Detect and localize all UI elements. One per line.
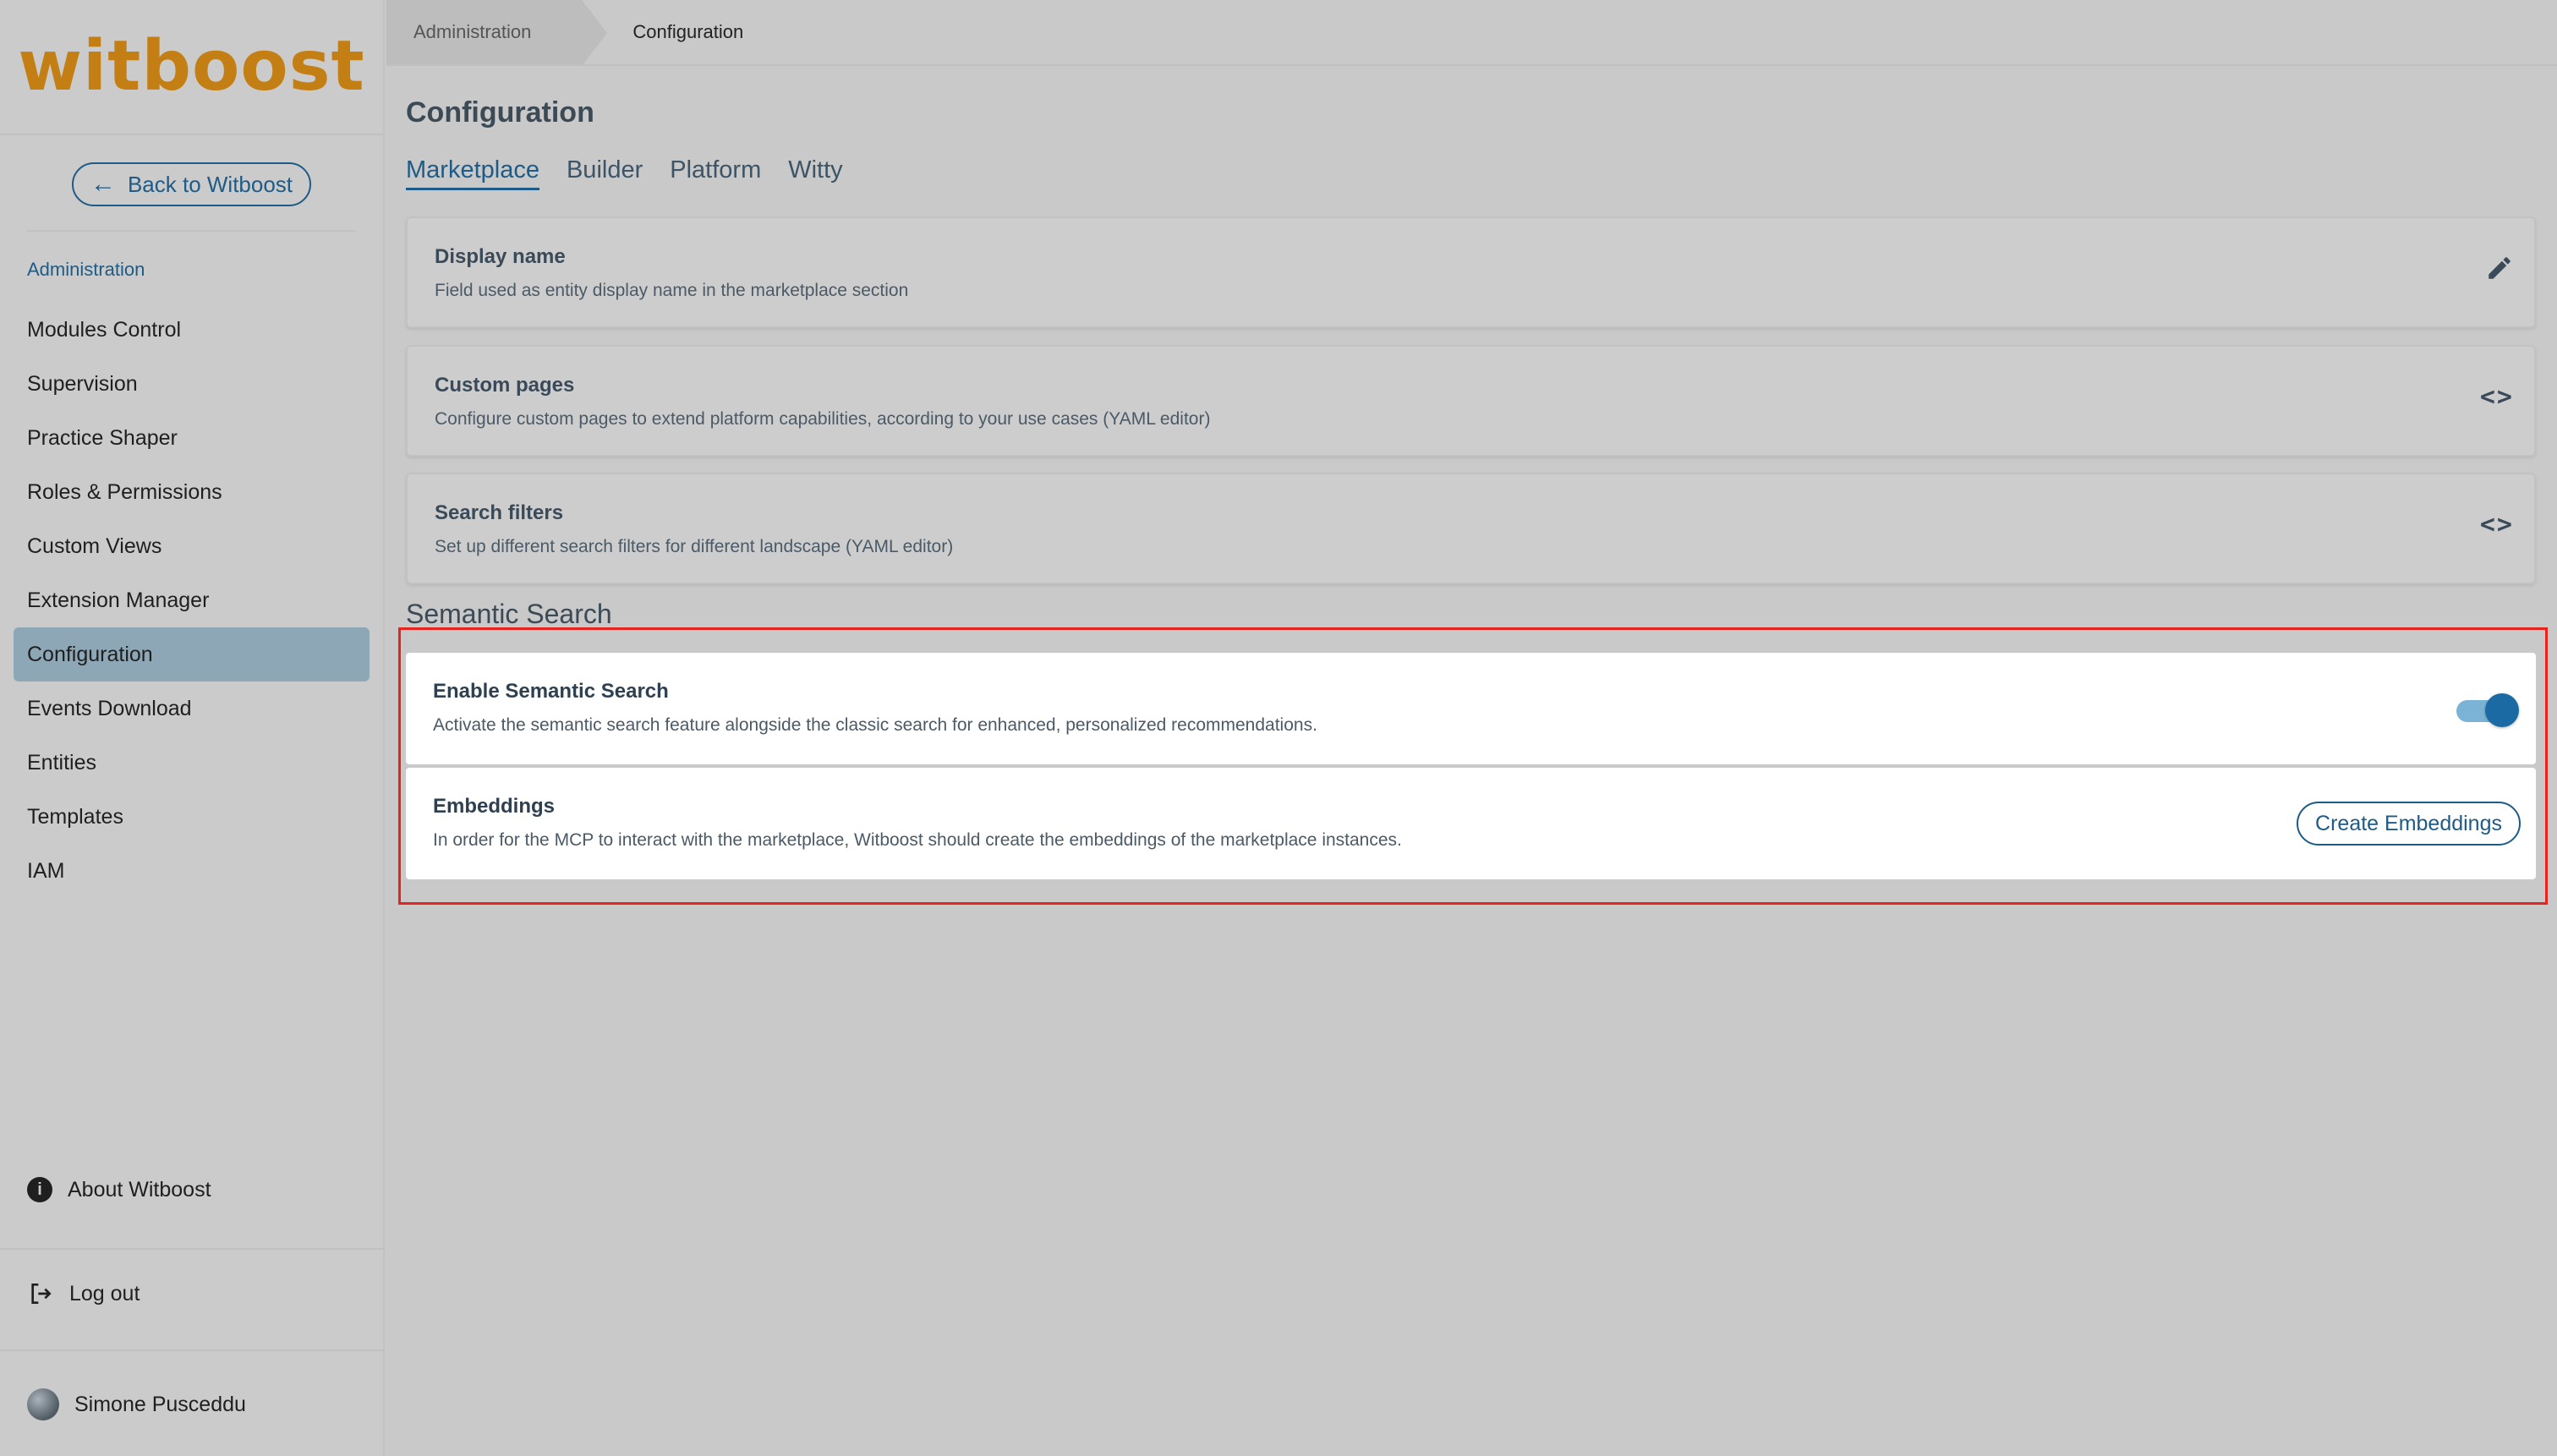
sidebar-menu: Modules Control Supervision Practice Sha… [0, 303, 383, 898]
card-title: Custom pages [435, 374, 575, 397]
card-description: In order for the MCP to interact with th… [433, 830, 1402, 850]
breadcrumb-administration[interactable]: Administration [386, 0, 608, 66]
logo-area: witboost [0, 0, 383, 135]
pencil-icon[interactable] [2485, 254, 2514, 282]
sidebar-divider-bottom-1 [0, 1248, 385, 1250]
tabs: Marketplace Builder Platform Witty [406, 156, 2557, 190]
enable-semantic-search-card: Enable Semantic Search Activate the sema… [406, 653, 2536, 764]
create-embeddings-button[interactable]: Create Embeddings [2297, 802, 2521, 846]
main-content: Administration Configuration Configurati… [386, 0, 2557, 1456]
logout-button[interactable]: Log out [27, 1280, 140, 1307]
sidebar-item-iam[interactable]: IAM [14, 844, 370, 898]
tab-platform[interactable]: Platform [670, 156, 761, 190]
sidebar-divider [27, 230, 356, 232]
custom-pages-card[interactable]: Custom pages Configure custom pages to e… [406, 345, 2536, 457]
sidebar-item-supervision[interactable]: Supervision [14, 357, 370, 411]
card-description: Configure custom pages to extend platfor… [435, 409, 1211, 429]
arrow-left-icon: ← [90, 170, 116, 198]
sidebar-item-events-download[interactable]: Events Download [14, 681, 370, 736]
card-title: Enable Semantic Search [433, 680, 669, 703]
logout-label: Log out [69, 1281, 140, 1305]
avatar [27, 1388, 59, 1420]
tab-marketplace[interactable]: Marketplace [406, 156, 539, 190]
card-title: Search filters [435, 501, 564, 524]
sidebar-item-entities[interactable]: Entities [14, 736, 370, 790]
sidebar-item-modules-control[interactable]: Modules Control [14, 303, 370, 357]
card-description: Field used as entity display name in the… [435, 281, 909, 300]
sidebar-item-roles-permissions[interactable]: Roles & Permissions [14, 465, 370, 519]
witboost-logo[interactable]: witboost [18, 32, 364, 101]
sidebar-divider-bottom-2 [0, 1349, 385, 1351]
back-to-witboost-button[interactable]: ← Back to Witboost [71, 162, 312, 206]
card-title: Display name [435, 245, 566, 268]
app-root: witboost ← Back to Witboost Administrati… [0, 0, 2557, 1456]
page-title: Configuration [406, 96, 594, 129]
about-label: About Witboost [68, 1177, 211, 1201]
sidebar-item-extension-manager[interactable]: Extension Manager [14, 573, 370, 627]
code-icon[interactable]: <> [2480, 510, 2514, 539]
card-description: Activate the semantic search feature alo… [433, 715, 1317, 735]
about-witboost-link[interactable]: i About Witboost [27, 1177, 211, 1202]
sidebar-item-configuration[interactable]: Configuration [14, 627, 370, 681]
search-filters-card[interactable]: Search filters Set up different search f… [406, 473, 2536, 584]
logout-icon [31, 1284, 52, 1304]
back-button-label: Back to Witboost [127, 171, 293, 197]
user-name: Simone Pusceddu [74, 1392, 246, 1416]
sidebar-section-label: Administration [27, 259, 145, 280]
sidebar-item-custom-views[interactable]: Custom Views [14, 519, 370, 573]
user-profile[interactable]: Simone Pusceddu [27, 1388, 246, 1420]
breadcrumb: Administration Configuration [386, 0, 2557, 66]
toggle-knob [2485, 693, 2519, 727]
sidebar: witboost ← Back to Witboost Administrati… [0, 0, 385, 1456]
embeddings-card: Embeddings In order for the MCP to inter… [406, 768, 2536, 879]
semantic-search-toggle[interactable] [2456, 693, 2519, 727]
tab-witty[interactable]: Witty [788, 156, 842, 190]
semantic-search-title: Semantic Search [406, 599, 612, 629]
code-icon[interactable]: <> [2480, 382, 2514, 412]
back-wrap: ← Back to Witboost [0, 135, 383, 206]
sidebar-item-templates[interactable]: Templates [14, 790, 370, 844]
tab-builder[interactable]: Builder [567, 156, 643, 190]
card-title: Embeddings [433, 795, 556, 818]
info-icon: i [27, 1177, 52, 1202]
sidebar-item-practice-shaper[interactable]: Practice Shaper [14, 411, 370, 465]
card-description: Set up different search filters for diff… [435, 537, 954, 556]
display-name-card[interactable]: Display name Field used as entity displa… [406, 216, 2536, 328]
